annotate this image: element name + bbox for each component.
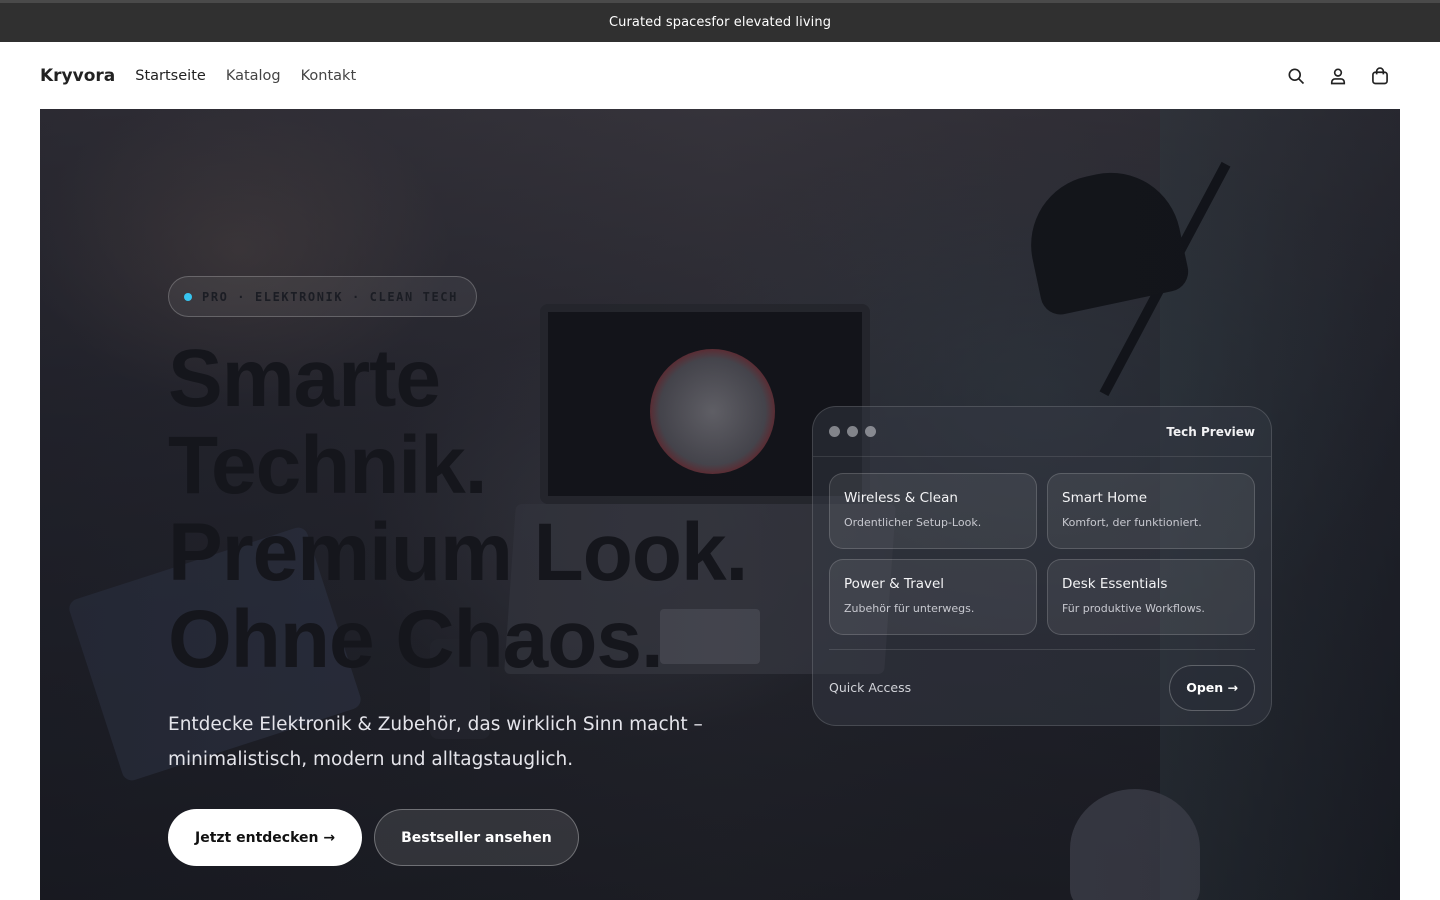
- headline-line-2: Technik.: [168, 422, 747, 509]
- hero-cta-row: Jetzt entdecken → Bestseller ansehen: [168, 809, 747, 866]
- tagline-text: PRO · ELEKTRONIK · CLEAN TECH: [202, 290, 458, 304]
- account-icon[interactable]: [1328, 66, 1348, 86]
- card-title: Wireless & Clean: [844, 490, 1022, 506]
- hero-headline: Smarte Technik. Premium Look. Ohne Chaos…: [168, 335, 747, 683]
- hero-content: PRO · ELEKTRONIK · CLEAN TECH Smarte Tec…: [168, 276, 747, 866]
- card-subtitle: Komfort, der funktioniert.: [1062, 516, 1240, 529]
- hero-tagline: PRO · ELEKTRONIK · CLEAN TECH: [168, 276, 477, 317]
- main-nav: Startseite Katalog Kontakt: [135, 68, 356, 84]
- headline-line-4: Ohne Chaos.: [168, 596, 747, 683]
- panel-title: Tech Preview: [1166, 425, 1255, 439]
- tech-preview-panel: Tech Preview Wireless & Clean Ordentlich…: [812, 406, 1272, 726]
- bestseller-button[interactable]: Bestseller ansehen: [374, 809, 579, 866]
- hero-subline: Entdecke Elektronik & Zubehör, das wirkl…: [168, 707, 708, 777]
- card-power-travel[interactable]: Power & Travel Zubehör für unterwegs.: [829, 559, 1037, 635]
- announcement-text: Curated spacesfor elevated living: [609, 15, 831, 30]
- card-subtitle: Für produktive Workflows.: [1062, 602, 1240, 615]
- search-icon[interactable]: [1286, 66, 1306, 86]
- card-subtitle: Zubehör für unterwegs.: [844, 602, 1022, 615]
- header-icons: [1286, 66, 1400, 86]
- window-dots-icon: [829, 426, 876, 437]
- card-smart-home[interactable]: Smart Home Komfort, der funktioniert.: [1047, 473, 1255, 549]
- card-title: Smart Home: [1062, 490, 1240, 506]
- status-dot-icon: [184, 293, 192, 301]
- category-cards: Wireless & Clean Ordentlicher Setup-Look…: [813, 457, 1271, 635]
- headline-line-1: Smarte: [168, 335, 747, 422]
- logo[interactable]: Kryvora: [40, 66, 115, 86]
- hero-section: PRO · ELEKTRONIK · CLEAN TECH Smarte Tec…: [40, 109, 1400, 900]
- cart-icon[interactable]: [1370, 66, 1390, 86]
- card-subtitle: Ordentlicher Setup-Look.: [844, 516, 1022, 529]
- panel-header: Tech Preview: [813, 407, 1271, 457]
- nav-startseite[interactable]: Startseite: [135, 68, 206, 84]
- card-title: Desk Essentials: [1062, 576, 1240, 592]
- nav-katalog[interactable]: Katalog: [226, 68, 281, 84]
- announcement-bar: Curated spacesfor elevated living: [0, 0, 1440, 42]
- card-wireless-clean[interactable]: Wireless & Clean Ordentlicher Setup-Look…: [829, 473, 1037, 549]
- panel-footer: Quick Access Open →: [829, 649, 1255, 711]
- quick-access-label: Quick Access: [829, 680, 911, 695]
- open-button[interactable]: Open →: [1169, 665, 1255, 711]
- site-header: Kryvora Startseite Katalog Kontakt: [0, 42, 1440, 109]
- headline-line-3: Premium Look.: [168, 509, 747, 596]
- card-desk-essentials[interactable]: Desk Essentials Für produktive Workflows…: [1047, 559, 1255, 635]
- discover-button[interactable]: Jetzt entdecken →: [168, 809, 362, 866]
- card-title: Power & Travel: [844, 576, 1022, 592]
- nav-kontakt[interactable]: Kontakt: [301, 68, 357, 84]
